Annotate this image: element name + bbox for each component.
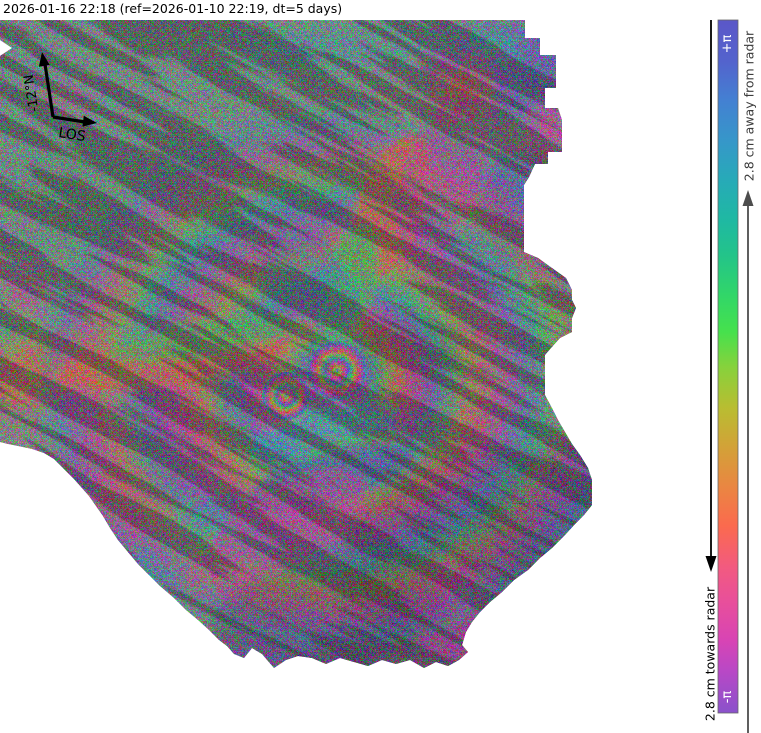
data-region xyxy=(0,20,592,668)
interferogram-figure: 2026-01-16 22:18 (ref=2026-01-10 22:19, … xyxy=(0,0,761,733)
away-radar-arrow-head xyxy=(742,190,754,206)
colorbar-min-label: -π xyxy=(720,691,735,704)
colorbar-towards-label: 2.8 cm towards radar xyxy=(703,586,718,721)
towards-radar-arrow-head xyxy=(705,556,717,572)
colorbar-max-label: +π xyxy=(720,34,735,53)
colorbar-away-label: 2.8 cm away from radar xyxy=(742,30,757,181)
interferogram-canvas: -12°N LOS 2.8 cm towards radar 2.8 cm aw… xyxy=(0,19,757,733)
colorbar: 2.8 cm towards radar 2.8 cm away from ra… xyxy=(703,19,757,733)
colorbar-gradient xyxy=(717,19,739,714)
